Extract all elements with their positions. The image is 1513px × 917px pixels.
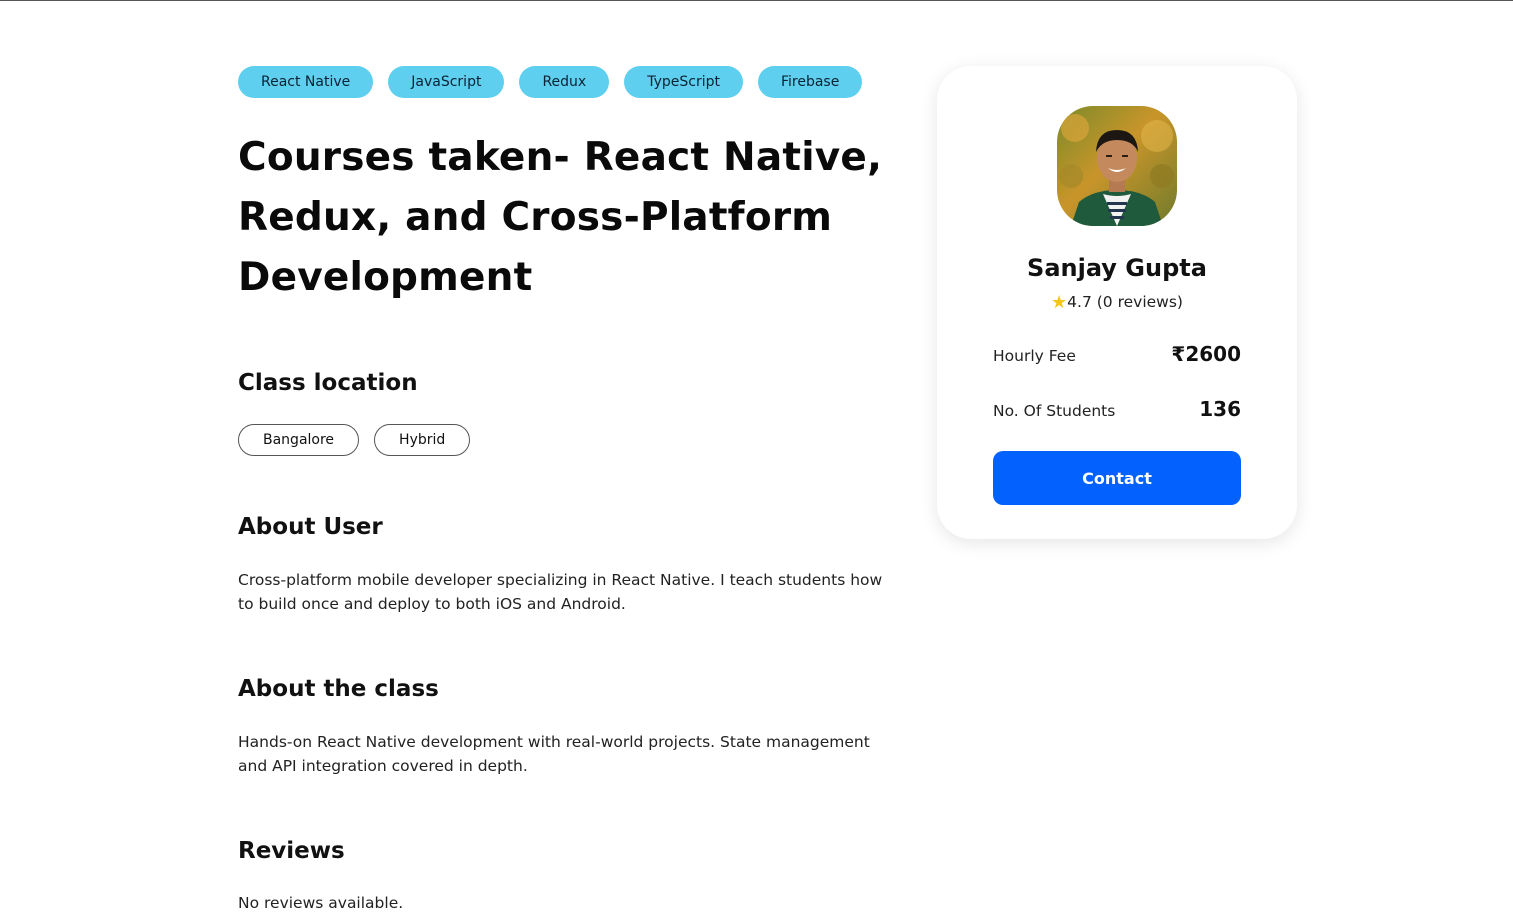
skill-tags: React Native JavaScript Redux TypeScript… — [238, 66, 898, 98]
class-location-chips: Bangalore Hybrid — [238, 424, 898, 456]
contact-button[interactable]: Contact — [993, 451, 1241, 505]
avatar-portrait — [1057, 106, 1177, 226]
hourly-fee-row: Hourly Fee ₹2600 — [993, 342, 1241, 366]
reviews-heading: Reviews — [238, 838, 345, 864]
star-icon: ★ — [1051, 292, 1068, 313]
class-location-heading: Class location — [238, 370, 418, 396]
tag-javascript[interactable]: JavaScript — [388, 66, 505, 98]
top-border — [0, 0, 1513, 1]
hourly-fee-value: ₹2600 — [1171, 342, 1241, 366]
students-label: No. Of Students — [993, 402, 1116, 420]
no-reviews-text: No reviews available. — [238, 894, 404, 912]
hourly-fee-label: Hourly Fee — [993, 347, 1076, 365]
page-title: Courses taken- React Native, Redux, and … — [238, 135, 883, 300]
main-content: React Native JavaScript Redux TypeScript… — [238, 66, 898, 912]
students-row: No. Of Students 136 — [993, 397, 1241, 421]
tutor-name: Sanjay Gupta — [1027, 254, 1207, 282]
rating: ★4.7 (0 reviews) — [937, 292, 1297, 313]
tag-redux[interactable]: Redux — [519, 66, 610, 98]
tag-react-native[interactable]: React Native — [238, 66, 374, 98]
location-chip-bangalore: Bangalore — [238, 424, 360, 456]
about-class-heading: About the class — [238, 676, 439, 702]
about-class-text: Hands-on React Native development with r… — [238, 733, 870, 775]
tutor-card: Sanjay Gupta ★4.7 (0 reviews) Hourly Fee… — [937, 66, 1297, 539]
tag-typescript[interactable]: TypeScript — [624, 66, 743, 98]
about-user-heading: About User — [238, 514, 383, 540]
rating-text: 4.7 (0 reviews) — [1067, 293, 1183, 311]
location-chip-hybrid: Hybrid — [374, 424, 471, 456]
about-user-text: Cross-platform mobile developer speciali… — [238, 571, 883, 613]
tag-firebase[interactable]: Firebase — [757, 66, 863, 98]
students-value: 136 — [1199, 397, 1241, 421]
avatar — [1057, 106, 1177, 226]
